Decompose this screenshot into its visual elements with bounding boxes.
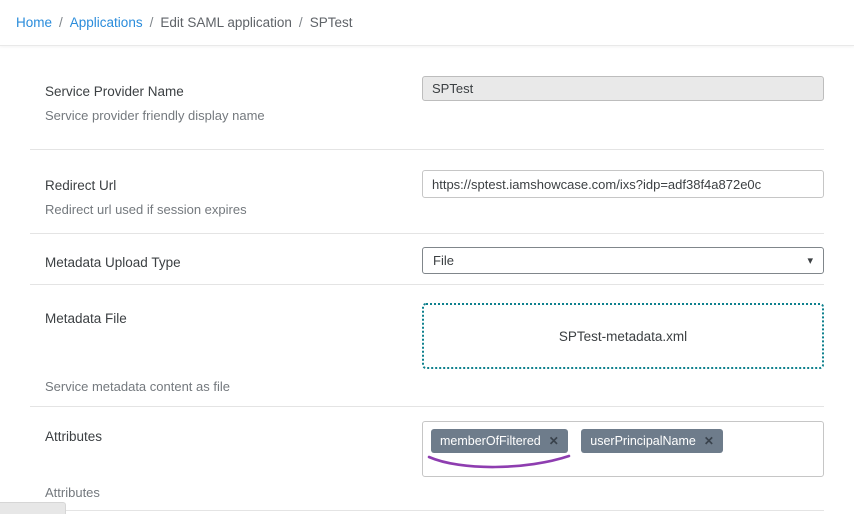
- breadcrumb-separator: /: [59, 15, 63, 30]
- field-label-group: Service Provider Name Service provider f…: [45, 76, 375, 123]
- field-label-group: Metadata Upload Type: [45, 247, 375, 271]
- field-control: [422, 76, 824, 101]
- attribute-chip: userPrincipalName ✕: [581, 429, 723, 453]
- breadcrumb-applications-link[interactable]: Applications: [70, 15, 143, 30]
- uploaded-file-name: SPTest-metadata.xml: [559, 329, 687, 344]
- field-label-group: Attributes Attributes: [45, 421, 375, 500]
- breadcrumb: Home / Applications / Edit SAML applicat…: [0, 0, 854, 46]
- field-label-group: Redirect Url Redirect url used if sessio…: [45, 170, 375, 217]
- row-redirect-url: Redirect Url Redirect url used if sessio…: [30, 150, 824, 233]
- breadcrumb-current-page: SPTest: [310, 15, 353, 30]
- field-label-group: Metadata File Service metadata content a…: [45, 303, 375, 394]
- purple-underline-annotation: [423, 452, 575, 474]
- metadata-file-dropzone[interactable]: SPTest-metadata.xml: [422, 303, 824, 369]
- attribute-chip-label: userPrincipalName: [590, 434, 696, 448]
- metadata-upload-type-label: Metadata Upload Type: [45, 255, 375, 271]
- breadcrumb-edit-label: Edit SAML application: [160, 15, 292, 30]
- row-metadata-file: Metadata File Service metadata content a…: [30, 285, 824, 406]
- field-control: memberOfFiltered ✕ userPrincipalName ✕: [422, 421, 824, 477]
- divider: [30, 510, 824, 511]
- attributes-label: Attributes: [45, 429, 375, 445]
- attributes-help: Attributes: [45, 485, 375, 500]
- status-tooltip-cutoff: [0, 502, 66, 514]
- metadata-upload-type-select[interactable]: File ▾: [422, 247, 824, 274]
- breadcrumb-separator: /: [299, 15, 303, 30]
- attribute-chip: memberOfFiltered ✕: [431, 429, 568, 453]
- metadata-file-label: Metadata File: [45, 311, 375, 327]
- row-metadata-upload-type: Metadata Upload Type File ▾: [30, 234, 824, 284]
- breadcrumb-home-link[interactable]: Home: [16, 15, 52, 30]
- attributes-chip-input[interactable]: memberOfFiltered ✕ userPrincipalName ✕: [422, 421, 824, 477]
- redirect-url-input[interactable]: [422, 170, 824, 198]
- field-control: SPTest-metadata.xml: [422, 303, 824, 369]
- field-control: File ▾: [422, 247, 824, 274]
- remove-attribute-icon[interactable]: ✕: [549, 434, 559, 448]
- service-provider-name-label: Service Provider Name: [45, 84, 375, 100]
- remove-attribute-icon[interactable]: ✕: [704, 434, 714, 448]
- form-panel: Service Provider Name Service provider f…: [0, 46, 854, 511]
- breadcrumb-separator: /: [150, 15, 154, 30]
- selected-option-label: File: [433, 253, 454, 268]
- redirect-url-label: Redirect Url: [45, 178, 375, 194]
- service-provider-name-help: Service provider friendly display name: [45, 108, 375, 123]
- metadata-file-help: Service metadata content as file: [45, 379, 375, 394]
- attribute-chip-label: memberOfFiltered: [440, 434, 541, 448]
- field-control: [422, 170, 824, 198]
- row-service-provider-name: Service Provider Name Service provider f…: [30, 46, 824, 149]
- row-attributes: Attributes Attributes memberOfFiltered ✕…: [30, 407, 824, 510]
- service-provider-name-input[interactable]: [422, 76, 824, 101]
- chevron-down-icon: ▾: [807, 254, 813, 267]
- redirect-url-help: Redirect url used if session expires: [45, 202, 375, 217]
